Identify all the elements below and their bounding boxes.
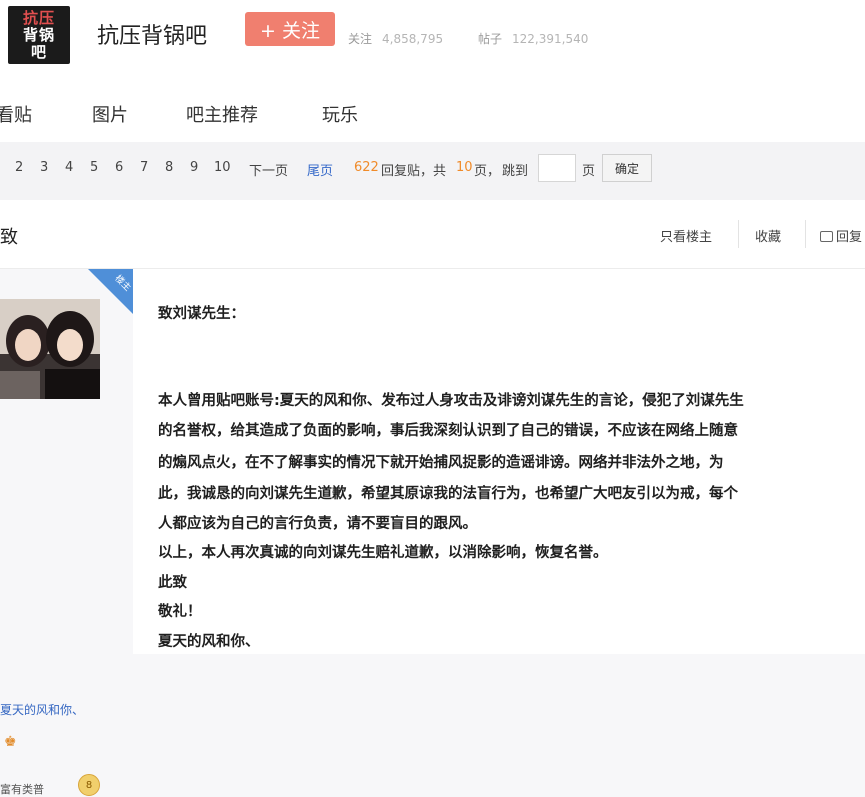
post-line-6: 人都应该为自己的言行负责，请不要盲目的跟风。 (158, 516, 477, 532)
page-link-2[interactable]: 2 (15, 160, 23, 175)
tab-images[interactable]: 图片 (92, 101, 128, 127)
total-pages-unit: 页， (474, 164, 501, 179)
jump-page-input[interactable] (538, 154, 576, 182)
logo-text-line3: 吧 (30, 42, 47, 61)
logo-text-line1: 抗压 (22, 8, 55, 27)
next-page-link[interactable]: 下一页 (249, 160, 288, 179)
post-line-3: 的名誉权，给其造成了负面的影响，事后我深刻认识到了自己的错误，不应该在网络上随意 (158, 423, 738, 439)
pagination-bar: 2 3 4 5 6 7 8 9 10 下一页 尾页 622 回复贴，共 10 页… (0, 142, 865, 200)
reply-count: 622 (354, 160, 379, 175)
last-page-link[interactable]: 尾页 (307, 160, 333, 179)
follow-count-value: 4,858,795 (382, 32, 444, 46)
page-link-3[interactable]: 3 (40, 160, 48, 175)
reply-icon (820, 231, 833, 242)
post-line-10: 夏天的风和你、 (158, 634, 260, 650)
page-link-10[interactable]: 10 (214, 160, 231, 175)
favorite-button[interactable]: 收藏 (755, 226, 781, 245)
post-author-sidebar: 夏天的风和你、 ♚ 富有类普 8 (0, 269, 133, 796)
tab-games[interactable]: 玩乐 (322, 101, 358, 127)
thread-title-bar: 致 只看楼主 收藏 回复 (0, 200, 865, 269)
page-link-6[interactable]: 6 (115, 160, 123, 175)
follow-count-label: 关注 (348, 32, 373, 46)
logo-text-line2: 背锅 (22, 25, 55, 44)
page-link-8[interactable]: 8 (165, 160, 173, 175)
post-count-label: 帖子 (478, 32, 503, 46)
follow-button[interactable]: + 关注 (245, 12, 335, 46)
reply-button-label: 回复 (836, 230, 863, 245)
follow-count-stat: 关注 4,858,795 (348, 30, 443, 47)
user-avatar[interactable] (0, 299, 100, 399)
reply-button[interactable]: 回复 (820, 226, 862, 245)
post-count-value: 122,391,540 (512, 32, 589, 46)
jump-label: 跳到 (502, 164, 529, 179)
forum-logo[interactable]: 抗压 背锅 吧 (8, 6, 70, 64)
post-line-4: 的煽风点火，在不了解事实的情况下就开始捕风捉影的造谣诽谤。网络并非法外之地，为 (158, 455, 724, 471)
post-count-stat: 帖子 122,391,540 (478, 30, 588, 47)
user-rank-label: 富有类普 (0, 783, 44, 796)
page-link-7[interactable]: 7 (140, 160, 148, 175)
owner-corner-tag: 楼主 (88, 269, 133, 314)
post-line-2: 本人曾用贴吧账号:夏天的风和你、发布过人身攻击及诽谤刘谋先生的言论，侵犯了刘谋先… (158, 393, 744, 409)
toolbar-divider (805, 220, 806, 248)
post-line-8: 此致 (158, 575, 187, 591)
total-pages: 10 (456, 160, 473, 175)
user-level-icon: ♚ (4, 734, 17, 750)
jump-confirm-button[interactable]: 确定 (602, 154, 652, 182)
reply-count-label: 回复贴，共 (381, 164, 447, 179)
post-line-7: 以上，本人再次真诚的向刘谋先生赔礼道歉，以消除影响，恢复名誉。 (158, 545, 608, 561)
tab-posts[interactable]: 看贴 (0, 101, 32, 127)
page-link-9[interactable]: 9 (190, 160, 198, 175)
toolbar-divider (738, 220, 739, 248)
forum-header: 抗压 背锅 吧 抗压背锅吧 + 关注 关注 4,858,795 帖子 122,391… (0, 0, 865, 80)
forum-name[interactable]: 抗压背锅吧 (97, 18, 207, 50)
page-link-5[interactable]: 5 (90, 160, 98, 175)
post-line-1: 致刘谋先生： (158, 306, 245, 322)
thread-title: 致 (0, 227, 18, 248)
post-line-5: 此，我诚恳的向刘谋先生道歉，希望其原谅我的法盲行为，也希望广大吧友引以为戒，每个 (158, 486, 738, 502)
jump-unit: 页 (582, 164, 596, 179)
tab-recommended[interactable]: 吧主推荐 (186, 101, 258, 127)
only-owner-button[interactable]: 只看楼主 (660, 226, 712, 245)
forum-tabs: 看贴 图片 吧主推荐 玩乐 (0, 80, 865, 142)
post-line-9: 敬礼！ (158, 604, 202, 620)
user-rank-badge: 8 (78, 774, 100, 796)
page-link-4[interactable]: 4 (65, 160, 73, 175)
user-name[interactable]: 夏天的风和你、 (0, 701, 84, 718)
